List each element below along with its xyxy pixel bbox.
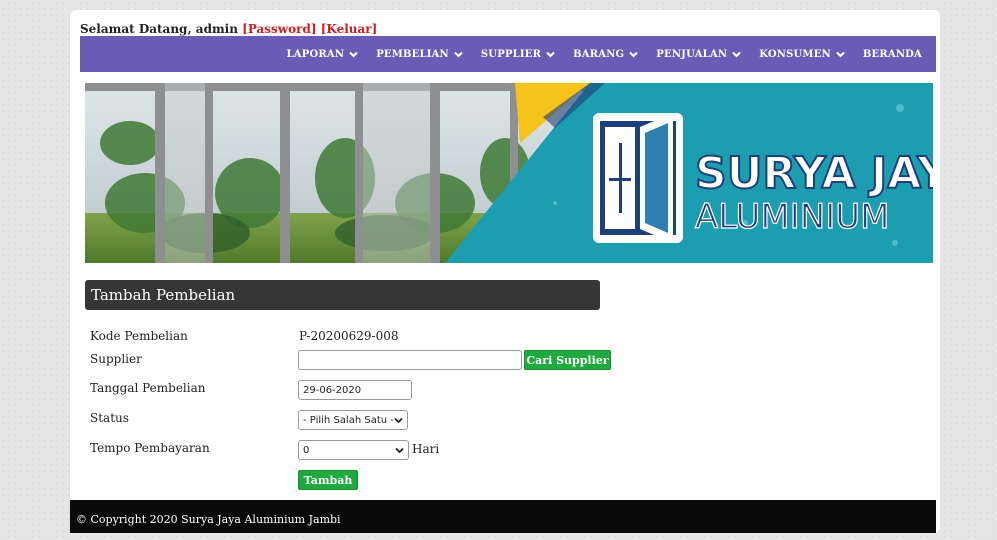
cari-supplier-button[interactable]: Cari Supplier bbox=[524, 350, 611, 370]
nav-label: PEMBELIAN bbox=[376, 48, 449, 60]
nav-supplier[interactable]: SUPPLIER bbox=[481, 49, 555, 60]
tanggal-value: 29-06-2020 bbox=[303, 384, 362, 396]
chevron-down-icon bbox=[732, 51, 741, 57]
chevron-down-icon bbox=[394, 417, 403, 423]
brand-line1: SURYA JAYA bbox=[695, 148, 933, 199]
tambah-button[interactable]: Tambah bbox=[298, 470, 358, 490]
welcome-text: Selamat Datang, admin bbox=[80, 22, 238, 36]
nav-label: PENJUALAN bbox=[656, 48, 728, 60]
nav-laporan[interactable]: LAPORAN bbox=[287, 49, 359, 60]
supplier-input[interactable] bbox=[298, 350, 522, 370]
nav-konsumen[interactable]: KONSUMEN bbox=[759, 49, 845, 60]
password-link[interactable]: [Password] bbox=[242, 22, 316, 36]
tempo-select[interactable]: 0 bbox=[298, 440, 409, 460]
nav-pembelian[interactable]: PEMBELIAN bbox=[376, 49, 463, 60]
page-container: Selamat Datang, admin [Password] [Keluar… bbox=[70, 10, 940, 533]
footer: © Copyright 2020 Surya Jaya Aluminium Ja… bbox=[70, 500, 936, 533]
chevron-down-icon bbox=[629, 51, 639, 57]
supplier-label: Supplier bbox=[90, 352, 142, 366]
chevron-down-icon bbox=[454, 51, 463, 57]
tempo-value: 0 bbox=[303, 444, 310, 456]
chevron-down-icon bbox=[836, 51, 845, 57]
status-value: - Pilih Salah Satu - bbox=[303, 414, 394, 426]
nav-label: KONSUMEN bbox=[759, 48, 831, 60]
nav-barang[interactable]: BARANG bbox=[573, 48, 639, 60]
banner-image: SURYA JAYA ALUMINIUM bbox=[85, 83, 933, 263]
welcome-bar: Selamat Datang, admin [Password] [Keluar… bbox=[80, 22, 377, 36]
main-nav: LAPORAN PEMBELIAN SUPPLIER BARANG PENJUA… bbox=[80, 36, 936, 72]
tempo-label: Tempo Pembayaran bbox=[90, 441, 210, 455]
hero-banner: SURYA JAYA ALUMINIUM bbox=[85, 83, 933, 263]
nav-label: BARANG bbox=[573, 48, 625, 60]
nav-label: SUPPLIER bbox=[480, 48, 542, 60]
kode-value: P-20200629-008 bbox=[299, 329, 399, 343]
tanggal-label: Tanggal Pembelian bbox=[90, 381, 206, 395]
nav-penjualan[interactable]: PENJUALAN bbox=[656, 49, 741, 60]
status-select[interactable]: - Pilih Salah Satu - bbox=[298, 410, 408, 430]
tempo-unit: Hari bbox=[412, 442, 440, 456]
logout-link[interactable]: [Keluar] bbox=[321, 22, 378, 36]
nav-label: LAPORAN bbox=[286, 48, 345, 60]
tanggal-input[interactable]: 29-06-2020 bbox=[298, 380, 412, 400]
kode-label: Kode Pembelian bbox=[90, 329, 188, 343]
status-label: Status bbox=[90, 411, 129, 425]
nav-label: BERANDA bbox=[862, 48, 922, 60]
chevron-down-icon bbox=[546, 51, 555, 57]
nav-beranda[interactable]: BERANDA bbox=[863, 49, 922, 60]
form-title: Tambah Pembelian bbox=[85, 280, 600, 310]
chevron-down-icon bbox=[349, 51, 358, 57]
chevron-down-icon bbox=[395, 447, 404, 453]
brand-line2: ALUMINIUM bbox=[695, 197, 889, 237]
